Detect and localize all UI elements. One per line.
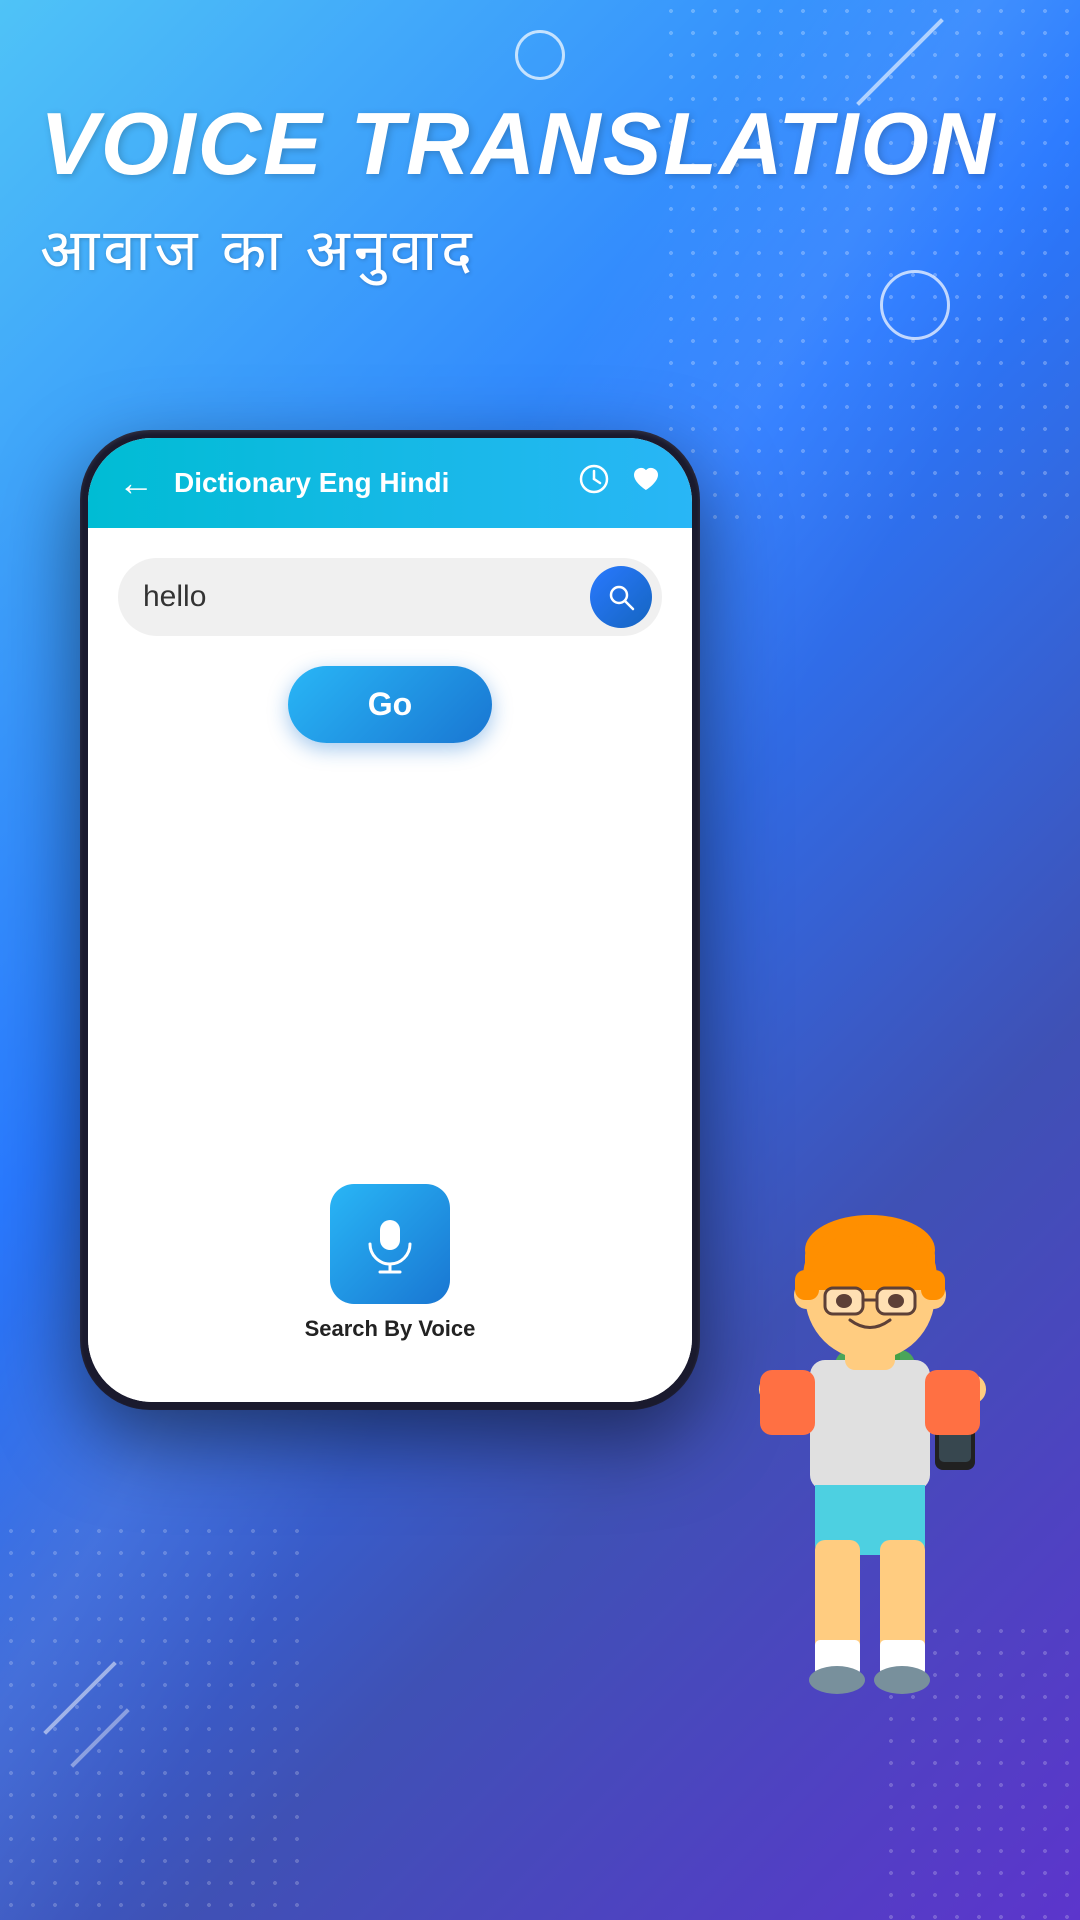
voice-label: Search By Voice [305, 1316, 476, 1342]
bg-dots-bl [0, 1520, 300, 1920]
app-bar: ← Dictionary Eng Hindi [88, 438, 692, 528]
go-button[interactable]: Go [288, 666, 492, 743]
search-bar [118, 558, 662, 636]
phone-inner: ← Dictionary Eng Hindi [88, 438, 692, 1402]
search-input[interactable] [143, 580, 590, 614]
app-bar-icons [578, 463, 662, 503]
character-illustration [680, 1120, 1060, 1820]
app-content: Go Search By Voice [88, 528, 692, 1402]
circle-decoration-top [515, 30, 565, 80]
header-area: VOICE TRANSLATION आवाज का अनुवाद [40, 100, 1040, 287]
voice-section: Search By Voice [305, 1184, 476, 1342]
favorite-icon[interactable] [630, 463, 662, 503]
page-title: VOICE TRANSLATION [40, 100, 1040, 188]
page-subtitle-hindi: आवाज का अनुवाद [40, 208, 1040, 287]
app-bar-title: Dictionary Eng Hindi [174, 467, 578, 499]
phone-mockup: ← Dictionary Eng Hindi [80, 430, 700, 1410]
phone-outer: ← Dictionary Eng Hindi [80, 430, 700, 1410]
voice-search-button[interactable] [330, 1184, 450, 1304]
back-button[interactable]: ← [118, 462, 154, 504]
history-icon[interactable] [578, 463, 610, 503]
search-button[interactable] [590, 566, 652, 628]
results-area [118, 773, 662, 1184]
